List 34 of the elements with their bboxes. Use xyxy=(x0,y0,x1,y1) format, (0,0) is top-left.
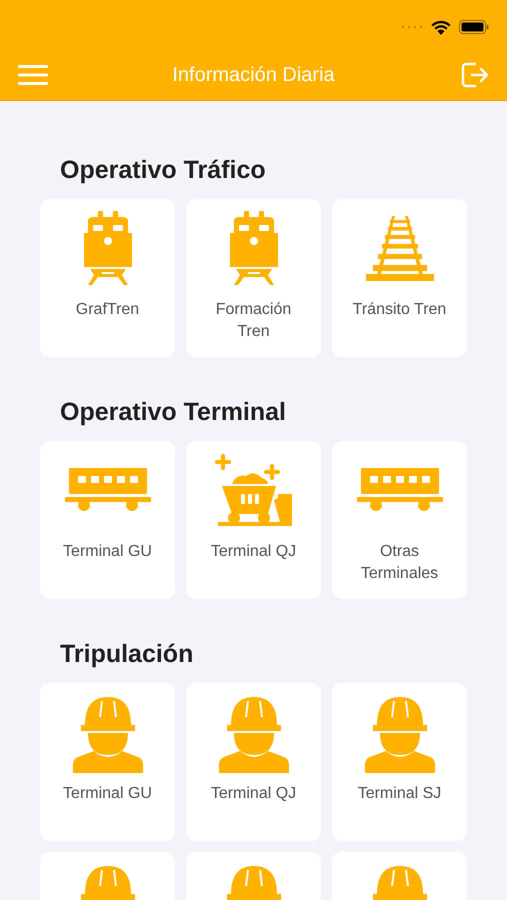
signal-icon xyxy=(401,25,423,29)
tile-label: Terminal QJ xyxy=(210,784,296,804)
locomotive-icon xyxy=(84,211,132,287)
wifi-icon xyxy=(431,20,451,34)
locomotive-icon xyxy=(230,211,278,287)
tile-label: Otras Terminales xyxy=(360,542,440,584)
battery-icon xyxy=(459,20,489,34)
section-title: Operativo Terminal xyxy=(59,397,287,428)
tile-label: Formación Tren xyxy=(214,300,292,342)
tile-label: Tránsito Tren xyxy=(352,300,446,320)
wagon-icon xyxy=(64,468,150,514)
tile-label: Terminal GU xyxy=(63,784,152,804)
tile-label: GrafTren xyxy=(76,300,140,320)
railway-track-icon xyxy=(364,216,436,282)
menu-tile[interactable]: Otras Terminales xyxy=(332,441,467,599)
mine-cart-icon xyxy=(214,454,294,528)
section-title: Tripulación xyxy=(59,639,194,670)
menu-button[interactable] xyxy=(18,64,48,86)
menu-tile[interactable]: Tránsito Tren xyxy=(332,199,467,357)
menu-tile[interactable]: Terminal QJ xyxy=(186,441,321,599)
logout-icon xyxy=(460,62,489,88)
menu-tile[interactable]: Formación Tren xyxy=(186,199,321,357)
menu-tile[interactable]: GrafTren xyxy=(40,199,175,357)
tile-label: Terminal QJ xyxy=(210,542,296,562)
screen-title: Información Diaria xyxy=(172,63,335,88)
wagon-icon xyxy=(356,468,442,514)
tile-label: Terminal SJ xyxy=(358,784,442,804)
section-title: Operativo Tráfico xyxy=(59,155,267,186)
menu-tile[interactable]: Terminal GU xyxy=(40,441,175,599)
menu-icon xyxy=(18,65,48,85)
menu-tile[interactable]: Terminal QJ xyxy=(186,683,321,841)
menu-tile[interactable]: Terminal SJ xyxy=(332,683,467,841)
tile-label: Terminal GU xyxy=(63,542,152,562)
menu-tile[interactable]: Terminal GU xyxy=(40,683,175,841)
